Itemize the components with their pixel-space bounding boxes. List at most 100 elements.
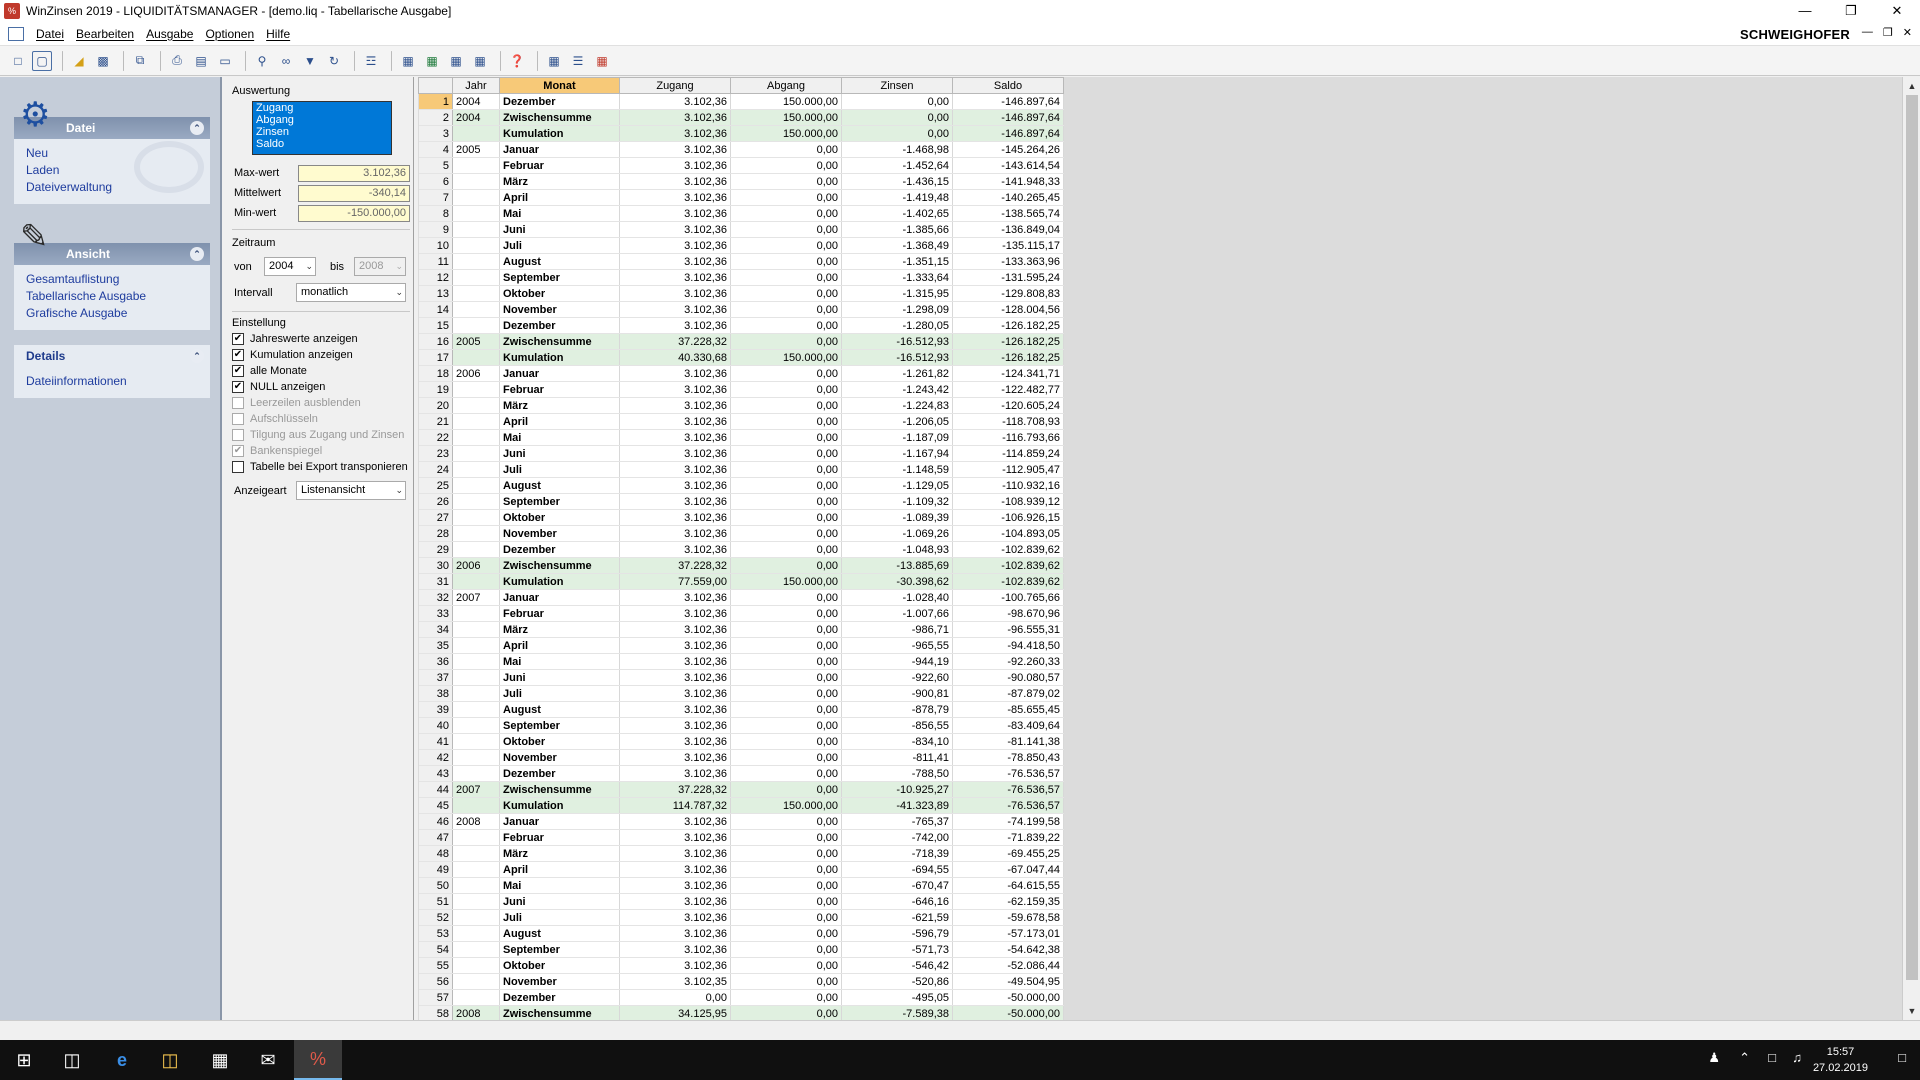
table-cell[interactable]: -596,79	[841, 925, 953, 942]
table-cell[interactable]: -112.905,47	[952, 461, 1064, 478]
table-cell[interactable]: 0,00	[619, 989, 731, 1006]
table-cell[interactable]: -1.129,05	[841, 477, 953, 494]
table-row[interactable]: 23 Juni 3.102,36 0,00 -1.167,94 -114.859,24	[418, 445, 1064, 462]
row-number[interactable]: 13	[418, 285, 453, 302]
table-cell[interactable]: -621,59	[841, 909, 953, 926]
row-number[interactable]: 2	[418, 109, 453, 126]
row-number[interactable]: 5	[418, 157, 453, 174]
table-cell[interactable]: -114.859,24	[952, 445, 1064, 462]
table-cell[interactable]: Juli	[499, 685, 620, 702]
row-number[interactable]: 18	[418, 365, 453, 382]
table-cell[interactable]: 0,00	[730, 541, 842, 558]
table-cell[interactable]: 3.102,36	[619, 125, 731, 142]
table-cell[interactable]	[452, 733, 500, 750]
table-row[interactable]: 26 September 3.102,36 0,00 -1.109,32 -108.939…	[418, 493, 1064, 510]
table-cell[interactable]: 3.102,36	[619, 157, 731, 174]
table-cell[interactable]	[452, 301, 500, 318]
row-number[interactable]: 17	[418, 349, 453, 366]
checkbox-unchecked[interactable]	[232, 461, 244, 473]
table-cell[interactable]: 0,00	[730, 381, 842, 398]
table-cell[interactable]: 150.000,00	[730, 109, 842, 126]
menu-datei[interactable]: Datei	[36, 27, 64, 41]
table-cell[interactable]: 3.102,36	[619, 829, 731, 846]
table-cell[interactable]: -694,55	[841, 861, 953, 878]
table-row[interactable]: 50 Mai 3.102,36 0,00 -670,47 -64.615,55	[418, 877, 1064, 894]
mdi-minimize-button[interactable]: —	[1862, 26, 1873, 39]
row-number[interactable]: 32	[418, 589, 453, 606]
table-cell[interactable]: 0,00	[730, 621, 842, 638]
table-cell[interactable]: 3.102,36	[619, 845, 731, 862]
table-cell[interactable]: April	[499, 413, 620, 430]
row-number[interactable]: 27	[418, 509, 453, 526]
row-number[interactable]: 51	[418, 893, 453, 910]
row-number[interactable]: 41	[418, 733, 453, 750]
table-cell[interactable]	[452, 493, 500, 510]
table-cell[interactable]: -718,39	[841, 845, 953, 862]
listbox-item[interactable]: Zinsen	[256, 126, 391, 138]
table-cell[interactable]: 37.228,32	[619, 333, 731, 350]
table-cell[interactable]: 77.559,00	[619, 573, 731, 590]
table-cell[interactable]: -1.468,98	[841, 141, 953, 158]
data-grid[interactable]: Jahr Monat Zugang Abgang Zinsen Saldo 1 2004 De…	[418, 77, 1064, 1022]
table-cell[interactable]: 3.102,36	[619, 909, 731, 926]
people-icon[interactable]: ♟	[1708, 1050, 1720, 1066]
table-cell[interactable]: 150.000,00	[730, 93, 842, 110]
table-cell[interactable]: Zwischensumme	[499, 557, 620, 574]
excel-export-icon[interactable]: ▦	[422, 51, 442, 71]
table-cell[interactable]: November	[499, 525, 620, 542]
table-row[interactable]: 39 August 3.102,36 0,00 -878,79 -85.655,45	[418, 701, 1064, 718]
table-cell[interactable]: -146.897,64	[952, 93, 1064, 110]
corner-header[interactable]	[418, 77, 453, 94]
table-cell[interactable]	[452, 877, 500, 894]
menu-bearbeiten[interactable]: Bearbeiten	[76, 27, 134, 41]
table-cell[interactable]: Oktober	[499, 509, 620, 526]
row-number[interactable]: 12	[418, 269, 453, 286]
row-number[interactable]: 38	[418, 685, 453, 702]
row-number[interactable]: 33	[418, 605, 453, 622]
row-number[interactable]: 45	[418, 797, 453, 814]
table-row[interactable]: 40 September 3.102,36 0,00 -856,55 -83.409,64	[418, 717, 1064, 734]
table-cell[interactable]: 114.787,32	[619, 797, 731, 814]
table-cell[interactable]: 0,00	[730, 333, 842, 350]
store-icon[interactable]: ▦	[196, 1040, 244, 1080]
table-cell[interactable]: -64.615,55	[952, 877, 1064, 894]
table-cell[interactable]: April	[499, 189, 620, 206]
table-cell[interactable]: -143.614,54	[952, 157, 1064, 174]
table-cell[interactable]: Januar	[499, 589, 620, 606]
table-cell[interactable]: 3.102,36	[619, 173, 731, 190]
table-cell[interactable]: -1.402,65	[841, 205, 953, 222]
table-cell[interactable]	[452, 445, 500, 462]
table-cell[interactable]: -944,19	[841, 653, 953, 670]
table-cell[interactable]: 3.102,36	[619, 621, 731, 638]
table-row[interactable]: 2 2004 Zwischensumme 3.102,36 150.000,00 0,00…	[418, 109, 1064, 126]
filter-icon[interactable]: ▼	[300, 51, 320, 71]
table-row[interactable]: 28 November 3.102,36 0,00 -1.069,26 -104.893,…	[418, 525, 1064, 542]
table-cell[interactable]: September	[499, 717, 620, 734]
table-cell[interactable]	[452, 253, 500, 270]
table-cell[interactable]: Juni	[499, 445, 620, 462]
table-cell[interactable]: 3.102,36	[619, 525, 731, 542]
table-cell[interactable]	[452, 845, 500, 862]
table-row[interactable]: 24 Juli 3.102,36 0,00 -1.148,59 -112.905,47	[418, 461, 1064, 478]
table-cell[interactable]: Kumulation	[499, 797, 620, 814]
table-cell[interactable]	[452, 941, 500, 958]
table-cell[interactable]: -102.839,62	[952, 541, 1064, 558]
table-cell[interactable]	[452, 621, 500, 638]
table-row[interactable]: 20 März 3.102,36 0,00 -1.224,83 -120.605,24	[418, 397, 1064, 414]
table-cell[interactable]: -834,10	[841, 733, 953, 750]
table-cell[interactable]: Dezember	[499, 765, 620, 782]
table-cell[interactable]: 0,00	[730, 861, 842, 878]
auswertung-listbox[interactable]: Zugang Abgang Zinsen Saldo	[252, 101, 392, 155]
table-row[interactable]: 36 Mai 3.102,36 0,00 -944,19 -92.260,33	[418, 653, 1064, 670]
table-cell[interactable]: März	[499, 621, 620, 638]
row-number[interactable]: 25	[418, 477, 453, 494]
table-cell[interactable]: Januar	[499, 141, 620, 158]
taskpane-details-header[interactable]: Details ⌃	[14, 345, 210, 367]
table-cell[interactable]: August	[499, 925, 620, 942]
table-row[interactable]: 35 April 3.102,36 0,00 -965,55 -94.418,50	[418, 637, 1064, 654]
table-cell[interactable]: -856,55	[841, 717, 953, 734]
table-cell[interactable]: -76.536,57	[952, 781, 1064, 798]
table-cell[interactable]: -49.504,95	[952, 973, 1064, 990]
table-cell[interactable]	[452, 125, 500, 142]
table-cell[interactable]: -133.363,96	[952, 253, 1064, 270]
